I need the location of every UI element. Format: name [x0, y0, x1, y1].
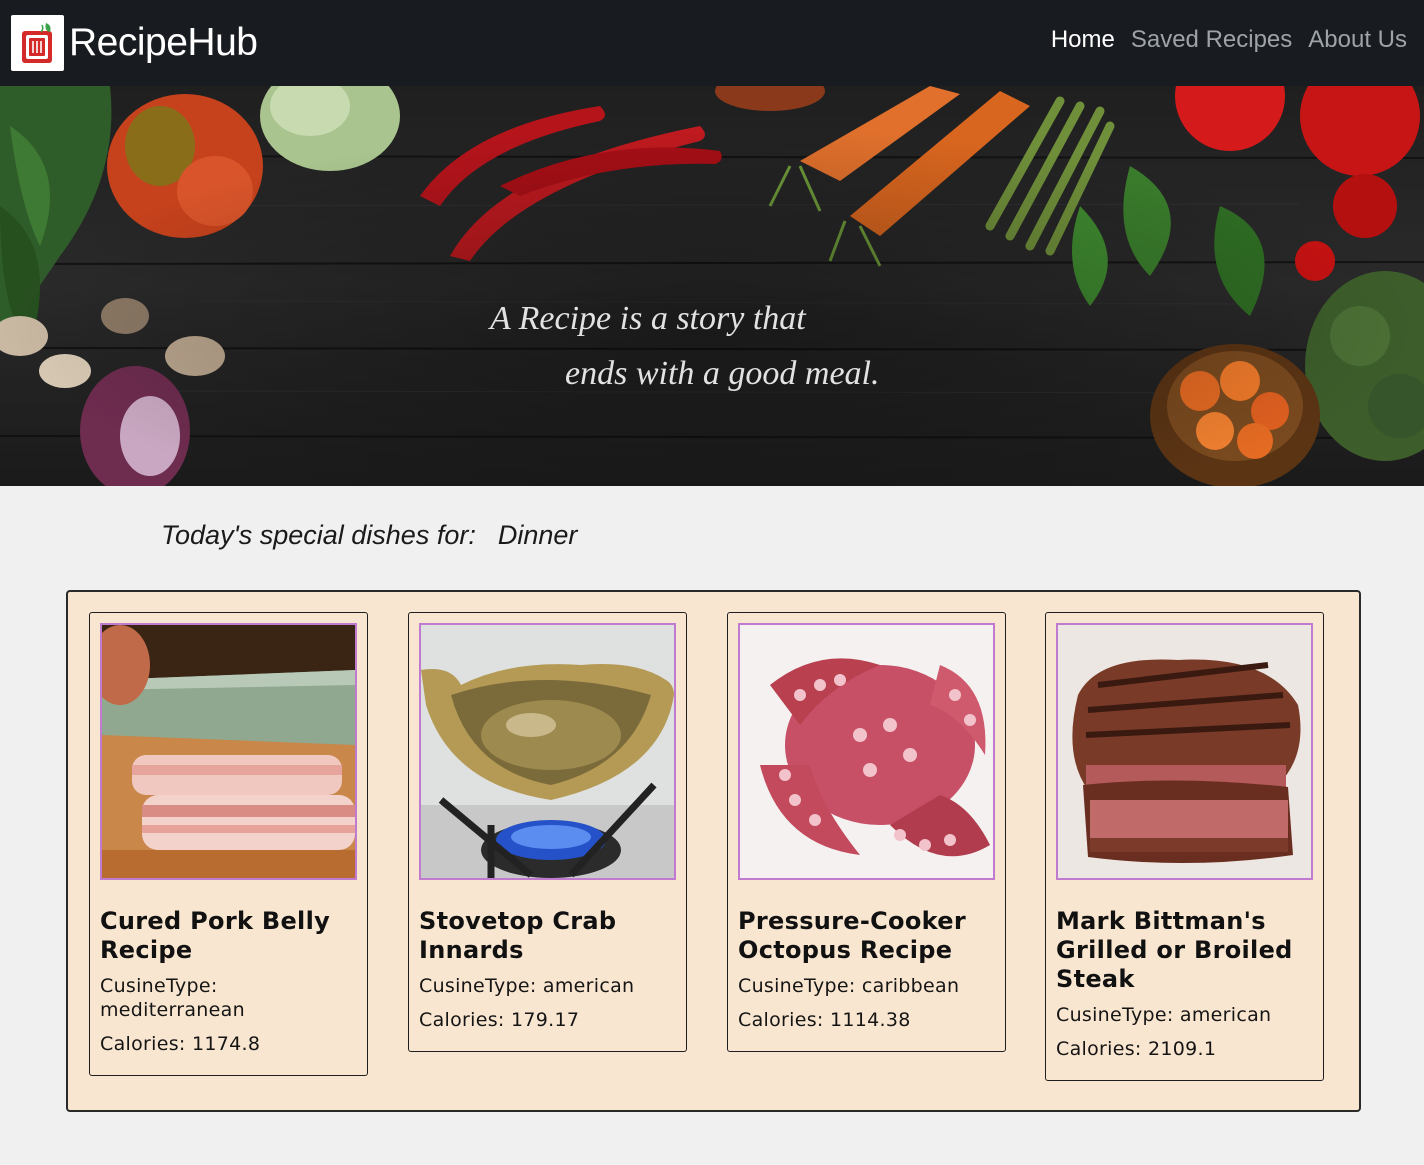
todays-special-label: Today's special dishes for:	[161, 520, 476, 550]
recipe-title: Mark Bittman's Grilled or Broiled Steak	[1056, 907, 1293, 993]
recipe-title: Cured Pork Belly Recipe	[100, 907, 331, 964]
cuisine-label: CusineType:	[1056, 1004, 1174, 1026]
nav-saved-recipes-link[interactable]: Saved Recipes	[1131, 26, 1292, 54]
recipe-calories: Calories: 179.17	[419, 1008, 676, 1051]
recipe-card[interactable]: Stovetop Crab Innards CusineType: americ…	[408, 612, 687, 1052]
crab-image	[419, 623, 676, 880]
cuisine-value: mediterranean	[100, 999, 245, 1021]
recipe-title: Pressure-Cooker Octopus Recipe	[738, 907, 966, 964]
recipe-cards-panel: Cured Pork Belly Recipe CusineType: medit…	[66, 590, 1361, 1112]
todays-special-heading: Today's special dishes for: Dinner	[161, 520, 577, 551]
cuisine-label: CusineType:	[738, 975, 856, 997]
recipe-title: Stovetop Crab Innards	[419, 907, 617, 964]
hero-quote: A Recipe is a story that ends with a goo…	[0, 86, 1424, 486]
recipe-cuisine: CusineType: caribbean	[738, 974, 995, 998]
recipe-cuisine: CusineType: american	[1056, 1003, 1313, 1027]
recipe-calories: Calories: 1174.8	[100, 1032, 357, 1075]
recipe-cuisine: CusineType: american	[419, 974, 676, 998]
cuisine-label: CusineType:	[419, 975, 537, 997]
cuisine-value: caribbean	[861, 975, 960, 997]
hero-banner: A Recipe is a story that ends with a goo…	[0, 86, 1424, 486]
nav-home-link[interactable]: Home	[1051, 26, 1115, 54]
pork-belly-image	[100, 623, 357, 880]
cuisine-value: american	[542, 975, 635, 997]
cuisine-value: american	[1179, 1004, 1272, 1026]
calories-label: Calories:	[738, 1009, 824, 1031]
recipe-card[interactable]: Pressure-Cooker Octopus Recipe CusineTyp…	[727, 612, 1006, 1052]
meal-type: Dinner	[497, 520, 578, 550]
calories-value: 1174.8	[191, 1033, 261, 1055]
steak-image	[1056, 623, 1313, 880]
brand-name: RecipeHub	[69, 21, 258, 64]
navbar: RecipeHub Home Saved Recipes About Us	[0, 0, 1424, 86]
recipehub-logo-icon	[11, 15, 64, 71]
recipe-cuisine: CusineType: mediterranean	[100, 974, 357, 1022]
calories-value: 2109.1	[1147, 1038, 1217, 1060]
hero-quote-line-2: ends with a good meal.	[565, 355, 880, 392]
calories-label: Calories:	[419, 1009, 505, 1031]
recipe-calories: Calories: 1114.38	[738, 1008, 995, 1051]
recipe-card[interactable]: Mark Bittman's Grilled or Broiled Steak …	[1045, 612, 1324, 1081]
calories-label: Calories:	[1056, 1038, 1142, 1060]
cuisine-label: CusineType:	[100, 975, 218, 997]
brand-link[interactable]: RecipeHub	[11, 15, 258, 71]
recipe-calories: Calories: 2109.1	[1056, 1037, 1313, 1080]
hero-quote-line-1: A Recipe is a story that	[490, 300, 806, 337]
calories-label: Calories:	[100, 1033, 186, 1055]
octopus-image	[738, 623, 995, 880]
recipe-card[interactable]: Cured Pork Belly Recipe CusineType: medit…	[89, 612, 368, 1076]
calories-value: 179.17	[510, 1009, 580, 1031]
nav-about-us-link[interactable]: About Us	[1308, 26, 1407, 54]
calories-value: 1114.38	[829, 1009, 911, 1031]
nav-links: Home Saved Recipes About Us	[1051, 26, 1407, 54]
